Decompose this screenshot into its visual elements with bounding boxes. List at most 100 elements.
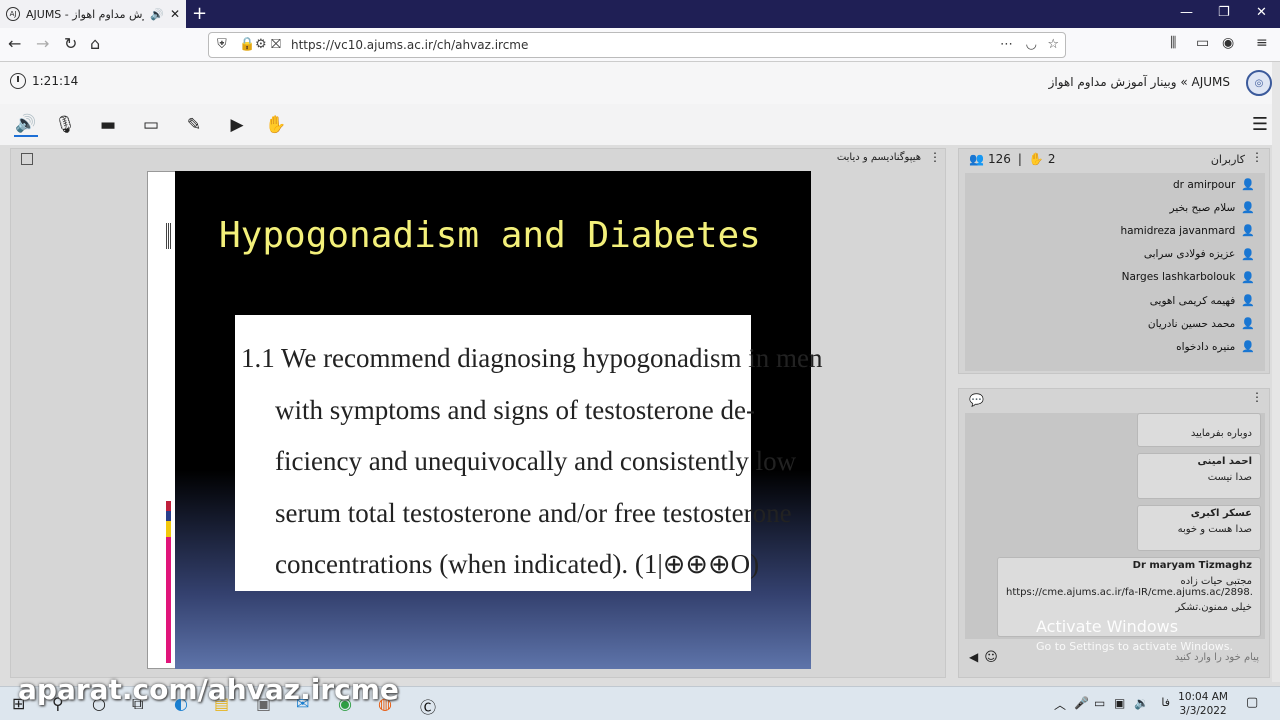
slide-bar-yellow (166, 521, 171, 537)
user-icon: 👤 (1241, 340, 1255, 354)
chat-options-icon[interactable]: ⋮ (1251, 390, 1263, 404)
app-c-icon[interactable]: Ⓒ (420, 694, 436, 718)
user-icon: 👤 (1241, 294, 1255, 308)
message-sender: عسکر اکبری (1190, 508, 1252, 519)
url-text[interactable]: https://vc10.ajums.ac.ir/ch/ahvaz.ircme (291, 38, 528, 52)
reload-icon[interactable]: ↻ (64, 34, 77, 53)
restore-button[interactable]: ❐ (1218, 5, 1230, 20)
tray-mic-icon[interactable]: 🎤 (1074, 696, 1089, 710)
message-sender: مجتبی حیات زاده (1180, 576, 1253, 587)
browser-tab[interactable]: AJ AJUMS - وبینار آموزش مداوم اهواز 🔊 ✕ (0, 0, 186, 28)
back-icon[interactable]: ← (8, 34, 21, 53)
users-header: 👥 126 | ✋ 2 کاربران ⋮ (959, 149, 1269, 171)
system-clock[interactable]: 10:04 AM 3/3/2022 (1178, 690, 1228, 718)
user-item[interactable]: فهیمه کریمی اهویی 👤 (965, 289, 1265, 312)
language-indicator[interactable]: فا (1161, 696, 1170, 709)
raise-hand-icon[interactable]: ✋ (264, 113, 288, 137)
tray-battery-icon[interactable]: ▭ (1094, 696, 1105, 710)
speaker-toggle-button[interactable]: 🔊 (14, 113, 38, 137)
meeting-toolbar: 🔊 🎙 ▬ ▭ ✎ ▶ ✋ ☰ (0, 104, 1280, 146)
slide-bar-blue (166, 511, 171, 521)
user-item[interactable]: عزیزه فولادی سرابی 👤 (965, 243, 1265, 266)
screen-share-icon[interactable]: ▭ (139, 113, 163, 137)
library-icon[interactable]: ⫼ (1170, 35, 1176, 51)
slide-margin (147, 171, 177, 669)
hand-count: 2 (1047, 152, 1056, 166)
tray-volume-icon[interactable]: 🔉 (1134, 696, 1149, 710)
user-icon: 👤 (1241, 224, 1255, 238)
user-item[interactable]: منیره دادخواه 👤 (965, 335, 1265, 358)
account-icon[interactable]: ◉ (1222, 35, 1234, 51)
user-item[interactable]: dr amirpour 👤 (965, 173, 1265, 196)
close-tab-icon[interactable]: ✕ (170, 7, 180, 21)
bookmark-star-icon[interactable]: ☆ (1047, 37, 1059, 52)
fullscreen-icon[interactable] (21, 153, 33, 165)
shield-icon[interactable]: ⛨ (217, 37, 227, 52)
timer-value: 1:21:14 (32, 74, 79, 88)
presentation-title: هیپوگنادیسم و دیابت (836, 152, 921, 163)
user-list[interactable]: dr amirpour 👤 سلام صبح بخیر 👤 hamidreza ja… (965, 173, 1265, 371)
favicon-icon: AJ (6, 7, 20, 21)
message-text: صدا هست و خوبه (1177, 524, 1252, 535)
user-item[interactable]: hamidreza javanmard 👤 (965, 219, 1265, 242)
user-item[interactable]: محمد حسین نادریان 👤 (965, 312, 1265, 335)
slide-stripe (166, 223, 171, 249)
tray-network-icon[interactable]: ▣ (1114, 696, 1125, 710)
system-time: 10:04 AM (1178, 691, 1228, 703)
user-count: 126 (987, 152, 1011, 166)
sidebar-icon[interactable]: ▭ (1196, 35, 1209, 51)
navigation-bar: ← → ↻ ⌂ ⛨ 🔒 ⚙ ⛝ https://vc10.ajums.ac.ir… (0, 28, 1280, 62)
user-icon: 👤 (1241, 317, 1255, 331)
message-text: خیلی ممنون.تشکر (1175, 602, 1252, 613)
browser-menu-icon[interactable]: ≡ (1256, 35, 1268, 51)
university-logo: ◎ (1246, 70, 1272, 96)
close-window-button[interactable]: ✕ (1256, 5, 1267, 20)
users-options-icon[interactable]: ⋮ (1251, 150, 1263, 164)
activate-windows-subtitle: Go to Settings to activate Windows. (1036, 640, 1234, 653)
tray-chevron-icon[interactable]: ︿ (1054, 696, 1066, 713)
slide-text-box: 1.1 We recommend diagnosing hypogonadism… (235, 315, 823, 591)
emoji-icon[interactable]: ☺ (984, 650, 998, 665)
page-scrollbar[interactable] (1272, 62, 1280, 682)
app-title: AJUMS » وبینار آموزش مداوم اهواز (1048, 75, 1230, 89)
user-icon: 👤 (1241, 270, 1255, 284)
media-player-icon[interactable]: ▶ (225, 113, 249, 137)
message-text: صدا نیست (1207, 472, 1252, 483)
home-icon[interactable]: ⌂ (90, 34, 100, 53)
slide-bar-pink (166, 537, 171, 663)
user-name: محمد حسین نادریان (1147, 317, 1236, 330)
forward-icon[interactable]: → (36, 34, 49, 53)
chat-input[interactable] (997, 651, 1265, 663)
user-icon: 👤 (1241, 247, 1255, 261)
pen-icon[interactable]: ✎ (182, 113, 206, 137)
presentation-options-icon[interactable]: ⋮ (929, 150, 941, 164)
lock-icon[interactable]: 🔒 (239, 37, 255, 52)
new-tab-button[interactable]: + (192, 3, 207, 24)
notifications-icon[interactable]: ▢ (1246, 695, 1258, 710)
tab-bar: AJ AJUMS - وبینار آموزش مداوم اهواز 🔊 ✕ … (0, 0, 1280, 28)
minimize-button[interactable]: — (1180, 5, 1193, 20)
user-name: فهیمه کریمی اهویی (1149, 294, 1236, 307)
user-name: dr amirpour (1173, 178, 1236, 191)
slide-line: serum total testosterone and/or free tes… (275, 497, 792, 528)
user-item[interactable]: Narges lashkarbolouk 👤 (965, 266, 1265, 289)
chat-messages[interactable]: دوباره بفرمایید احمد امینی صدا نیست عسکر… (965, 413, 1265, 639)
send-icon[interactable]: ◀ (969, 650, 978, 664)
chat-message: احمد امینی صدا نیست (1137, 453, 1261, 499)
pocket-icon[interactable]: ◡ (1026, 37, 1037, 52)
camera-icon[interactable]: ▬ (96, 113, 120, 137)
page-actions-icon[interactable]: ⋯ (1000, 37, 1013, 52)
permissions-icon[interactable]: ⚙ (255, 37, 267, 52)
aparat-watermark: aparat.com/ahvaz.ircme (18, 673, 399, 706)
user-name: سلام صبح بخیر (1169, 201, 1236, 214)
camera-permission-icon[interactable]: ⛝ (271, 37, 281, 52)
address-bar[interactable]: ⛨ 🔒 ⚙ ⛝ https://vc10.ajums.ac.ir/ch/ahva… (208, 32, 1066, 58)
speaker-icon[interactable]: 🔊 (150, 8, 164, 21)
message-link[interactable]: https://cme.ajums.ac.ir/fa-IR/cme.ajums.… (1006, 587, 1252, 598)
user-item[interactable]: سلام صبح بخیر 👤 (965, 196, 1265, 219)
chat-message: عسکر اکبری صدا هست و خوبه (1137, 505, 1261, 551)
microphone-muted-icon[interactable]: 🎙 (53, 113, 77, 137)
menu-icon[interactable]: ☰ (1252, 114, 1268, 135)
session-timer: 1:21:14 (10, 73, 78, 89)
message-sender: احمد امینی (1197, 456, 1253, 467)
